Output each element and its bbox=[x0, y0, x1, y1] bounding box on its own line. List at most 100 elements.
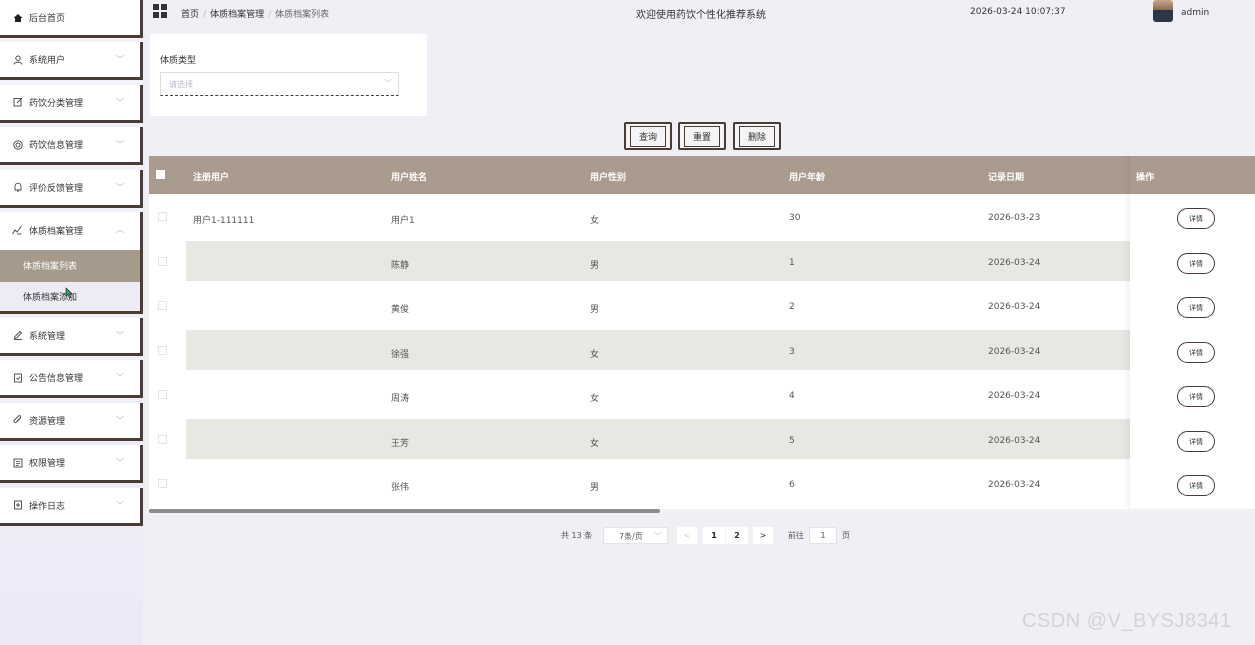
cell-user-name: 陈静 bbox=[391, 260, 410, 271]
query-button[interactable]: 查询 bbox=[624, 122, 672, 150]
reset-button-label: 重置 bbox=[683, 125, 720, 147]
sidebar-item-label: 操作日志 bbox=[29, 501, 66, 512]
table-header: 注册用户 用户姓名 用户性别 用户年龄 记录日期 bbox=[149, 156, 1255, 194]
detail-button[interactable]: 详情 bbox=[1177, 475, 1215, 496]
row-checkbox[interactable] bbox=[158, 390, 167, 399]
action-column: 操作 详情 详情 详情 详情 详情 详情 详情 bbox=[1130, 156, 1255, 508]
select-all-checkbox[interactable] bbox=[156, 170, 165, 179]
sidebar-item-label: 评价反馈管理 bbox=[29, 183, 84, 194]
detail-button[interactable]: 详情 bbox=[1177, 342, 1215, 363]
scrollbar-thumb[interactable] bbox=[149, 509, 660, 513]
watermark: CSDN @V_BYSJ8341 bbox=[1022, 610, 1232, 632]
sidebar-item-system-users[interactable]: 系统用户 ﹀ bbox=[0, 42, 143, 81]
constitution-type-select[interactable]: 请选择 ﹀ bbox=[160, 72, 399, 96]
breadcrumb-home[interactable]: 首页 bbox=[181, 10, 199, 20]
detail-button[interactable]: 详情 bbox=[1177, 386, 1215, 407]
chevron-down-icon: ﹀ bbox=[116, 500, 124, 510]
horizontal-scrollbar[interactable] bbox=[149, 509, 1255, 514]
goto-page-input[interactable]: 1 bbox=[809, 527, 837, 544]
sidebar-item-system[interactable]: 系统管理 ﹀ bbox=[0, 317, 143, 356]
row-checkbox[interactable] bbox=[158, 434, 167, 444]
data-table: 注册用户 用户姓名 用户性别 用户年龄 记录日期 用户1-111111 用户1 … bbox=[149, 156, 1255, 514]
cell-user-gender: 女 bbox=[590, 216, 600, 226]
breadcrumb-current: 体质档案列表 bbox=[275, 10, 330, 20]
cell-user-age: 30 bbox=[789, 213, 801, 223]
row-checkbox[interactable] bbox=[158, 479, 167, 488]
home-icon bbox=[12, 12, 24, 24]
detail-button[interactable]: 详情 bbox=[1177, 253, 1215, 274]
sidebar-item-log[interactable]: 操作日志 ﹀ bbox=[0, 487, 143, 526]
next-page-button[interactable]: > bbox=[753, 527, 773, 544]
username[interactable]: admin bbox=[1181, 8, 1209, 18]
sidebar-subitem-constitution-list[interactable]: 体质档案列表 bbox=[0, 249, 143, 282]
chevron-down-icon: ﹀ bbox=[116, 97, 124, 107]
cell-user-age: 6 bbox=[789, 480, 795, 490]
user-icon bbox=[12, 54, 24, 66]
table-row: 黄俊 男 2 2026-03-24 bbox=[149, 283, 1255, 328]
pen-icon bbox=[12, 329, 24, 341]
cell-user-gender: 女 bbox=[590, 394, 600, 404]
delete-button[interactable]: 删除 bbox=[733, 122, 781, 150]
chevron-down-icon: ﹀ bbox=[116, 330, 124, 340]
row-checkbox[interactable] bbox=[158, 212, 167, 221]
cell-record-date: 2026-03-24 bbox=[988, 480, 1041, 490]
sidebar-item-label: 体质档案管理 bbox=[29, 227, 84, 238]
delete-button-label: 删除 bbox=[738, 125, 775, 147]
chevron-down-icon: ﹀ bbox=[116, 373, 124, 383]
chart-icon bbox=[12, 225, 24, 237]
sidebar: 后台首页 系统用户 ﹀ 药饮分类管理 ﹀ 药饮信息管理 ﹀ 评价反馈管理 ﹀ 体… bbox=[0, 0, 143, 645]
cell-record-date: 2026-03-24 bbox=[988, 391, 1041, 401]
cell-user-age: 2 bbox=[789, 302, 795, 312]
sidebar-item-notice[interactable]: 公告信息管理 ﹀ bbox=[0, 360, 143, 399]
cell-user-name: 黄俊 bbox=[391, 305, 410, 315]
top-header: 首页 / 体质档案管理 / 体质档案列表 欢迎使用药饮个性化推荐系统 2026-03-2… bbox=[143, 0, 1255, 26]
sidebar-group-constitution[interactable]: 体质档案管理 ︿ bbox=[0, 211, 143, 250]
page-size-value: 7条/页 bbox=[619, 532, 643, 541]
sidebar-item-category[interactable]: 药饮分类管理 ﹀ bbox=[0, 84, 143, 123]
sidebar-item-resource[interactable]: 资源管理 ﹀ bbox=[0, 402, 143, 441]
cell-user-name: 王芳 bbox=[391, 438, 410, 449]
menu-grid-icon[interactable] bbox=[153, 4, 167, 18]
cell-registered-user: 用户1-111111 bbox=[193, 216, 255, 226]
table-row: 徐强 女 3 2026-03-24 bbox=[149, 327, 1255, 372]
sidebar-item-label: 公告信息管理 bbox=[29, 374, 84, 385]
cell-record-date: 2026-03-24 bbox=[988, 435, 1041, 446]
detail-button[interactable]: 详情 bbox=[1177, 297, 1215, 318]
breadcrumb-module[interactable]: 体质档案管理 bbox=[210, 10, 264, 20]
sidebar-item-feedback[interactable]: 评价反馈管理 ﹀ bbox=[0, 169, 143, 208]
cell-record-date: 2026-03-23 bbox=[988, 213, 1041, 223]
chevron-right-icon: > bbox=[759, 531, 767, 540]
query-button-label: 查询 bbox=[629, 125, 666, 147]
col-user-gender: 用户性别 bbox=[590, 173, 627, 183]
chevron-down-icon: ﹀ bbox=[116, 140, 124, 150]
detail-button[interactable]: 详情 bbox=[1177, 208, 1215, 229]
row-checkbox[interactable] bbox=[158, 345, 167, 355]
cell-user-gender: 男 bbox=[590, 305, 600, 315]
edit-icon bbox=[12, 96, 24, 108]
cell-user-gender: 男 bbox=[590, 260, 600, 271]
cell-user-gender: 女 bbox=[590, 438, 600, 449]
page-size-select[interactable]: 7条/页 ﹀ bbox=[603, 527, 668, 544]
sidebar-item-drink-info[interactable]: 药饮信息管理 ﹀ bbox=[0, 127, 143, 166]
sidebar-item-permission[interactable]: 权限管理 ﹀ bbox=[0, 445, 143, 484]
chevron-down-icon: ﹀ bbox=[116, 182, 124, 192]
current-datetime: 2026-03-24 10:07:37 bbox=[970, 7, 1066, 17]
chevron-left-icon: < bbox=[683, 531, 691, 540]
page-1-button[interactable]: 1 bbox=[703, 527, 725, 544]
page-2-button[interactable]: 2 bbox=[726, 527, 748, 544]
row-checkbox[interactable] bbox=[158, 301, 167, 310]
cell-user-gender: 男 bbox=[590, 483, 600, 493]
sidebar-item-home[interactable]: 后台首页 bbox=[0, 0, 143, 38]
pagination: 共 13 条 7条/页 ﹀ < 1 2 > 前往 1 页 bbox=[0, 527, 1255, 545]
sidebar-item-label: 后台首页 bbox=[29, 14, 66, 24]
detail-button[interactable]: 详情 bbox=[1177, 431, 1215, 452]
col-action-label: 操作 bbox=[1136, 173, 1155, 183]
prev-page-button[interactable]: < bbox=[677, 527, 697, 544]
sidebar-item-label: 权限管理 bbox=[29, 459, 66, 470]
reset-button[interactable]: 重置 bbox=[678, 122, 726, 150]
doc-icon bbox=[12, 372, 24, 384]
row-checkbox[interactable] bbox=[158, 256, 167, 266]
cell-record-date: 2026-03-24 bbox=[988, 257, 1041, 268]
avatar[interactable] bbox=[1153, 0, 1173, 22]
col-user-name: 用户姓名 bbox=[391, 173, 428, 183]
